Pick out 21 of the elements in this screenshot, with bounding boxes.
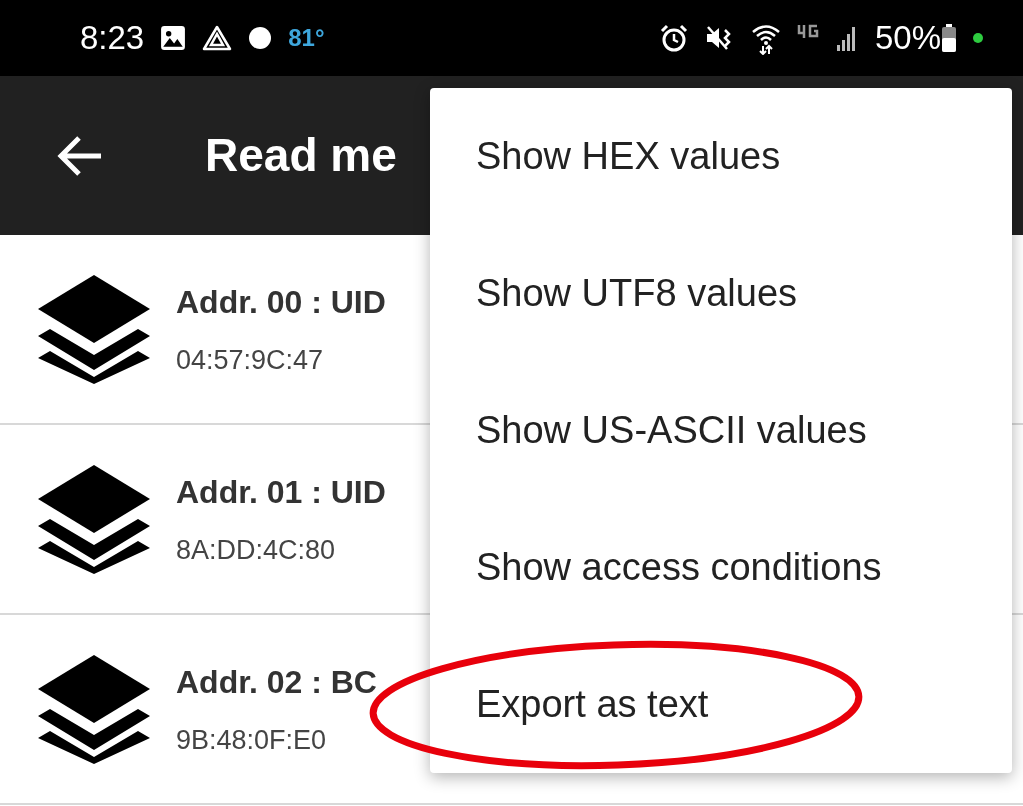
block-value: 04:57:9C:47 bbox=[176, 343, 325, 377]
image-icon bbox=[160, 25, 187, 51]
battery-icon bbox=[941, 23, 957, 53]
block-title: Addr. 02 : BC bbox=[176, 662, 377, 702]
status-time: 8:23 bbox=[80, 18, 145, 59]
temperature-text: 81° bbox=[288, 23, 325, 53]
dot-icon bbox=[248, 26, 273, 50]
battery-percent: 50% bbox=[874, 18, 941, 59]
menu-item[interactable]: Show access conditions bbox=[430, 499, 1012, 636]
block-title: Addr. 00 : UID bbox=[176, 282, 386, 322]
block-value: 8A:DD:4C:80 bbox=[176, 533, 337, 567]
block-title: Addr. 01 : UID bbox=[176, 472, 386, 512]
menu-item[interactable]: Show HEX values bbox=[430, 88, 1012, 225]
menu-item[interactable]: Show UTF8 values bbox=[430, 225, 1012, 362]
alarm-icon bbox=[658, 23, 689, 53]
triangle-icon bbox=[202, 25, 233, 51]
block-value: 9B:48:0F:E0 bbox=[176, 723, 328, 757]
menu-item[interactable]: Export as text bbox=[430, 636, 1012, 773]
menu-item[interactable]: Show US-ASCII values bbox=[430, 362, 1012, 499]
online-dot-icon bbox=[973, 33, 983, 43]
screen-title: Read me bbox=[205, 128, 397, 183]
